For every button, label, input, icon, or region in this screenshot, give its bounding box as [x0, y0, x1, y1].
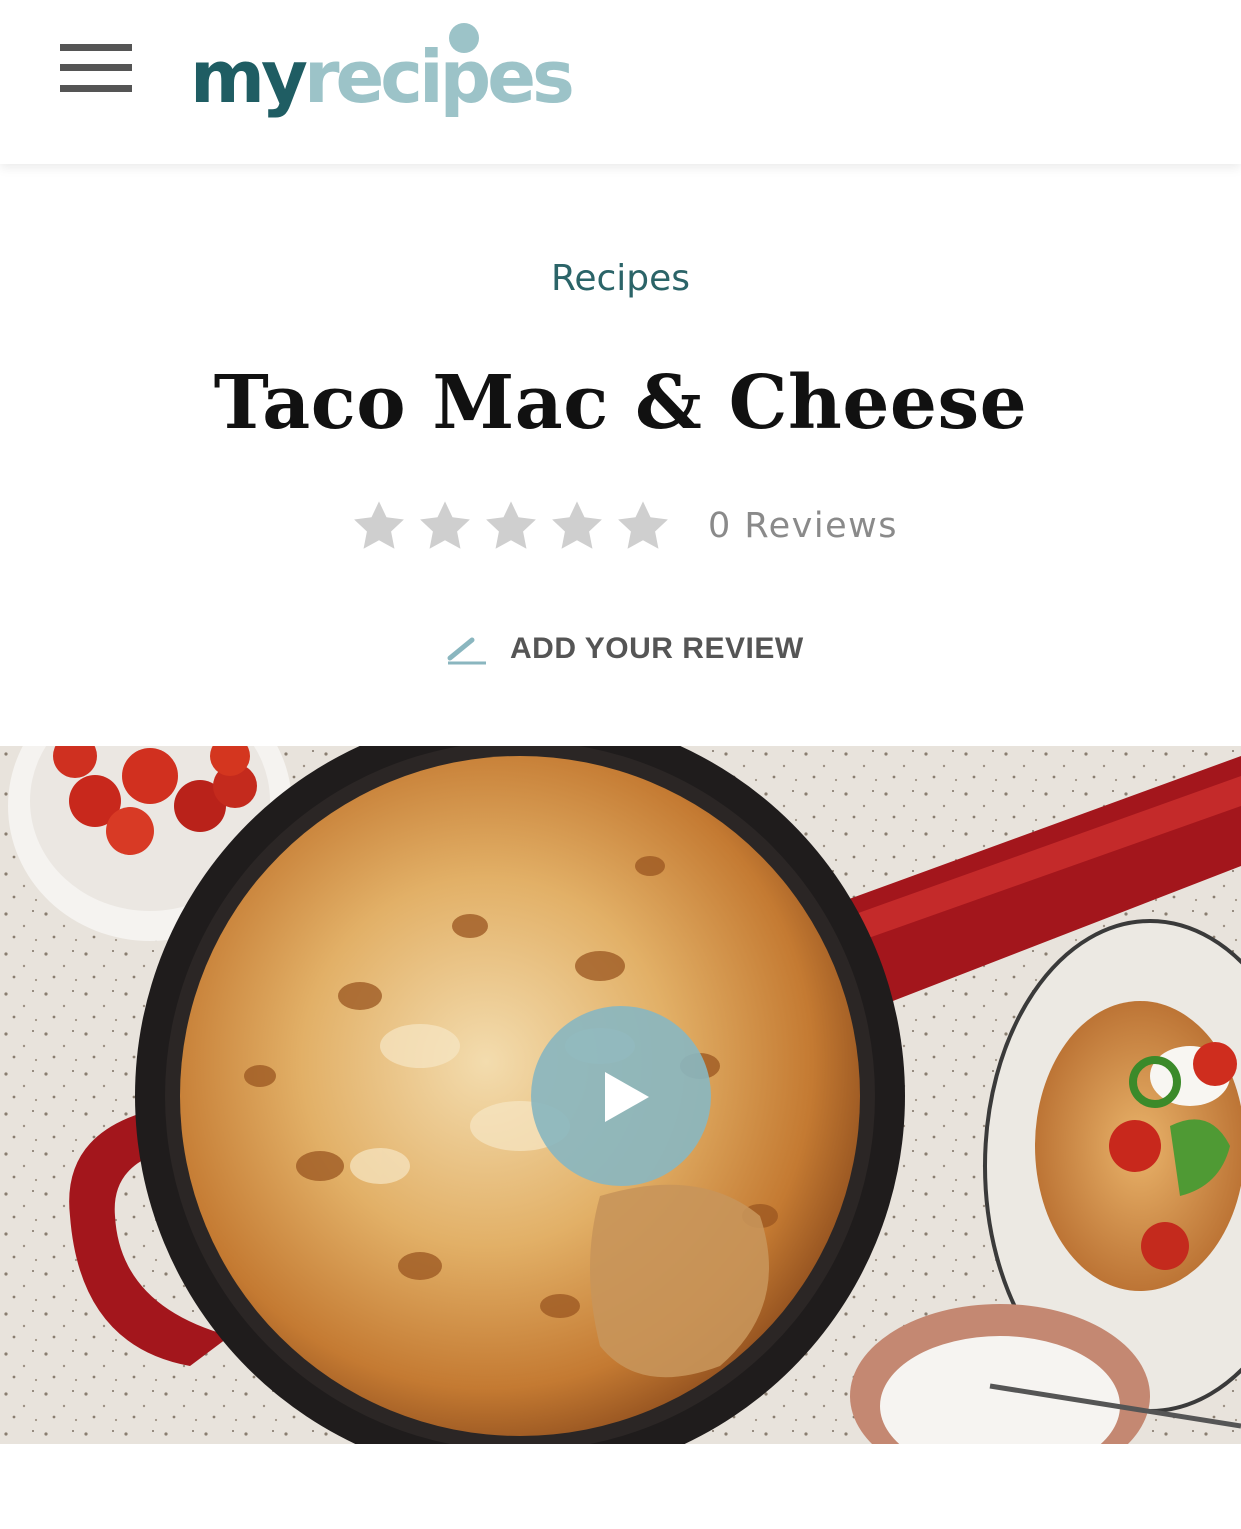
hamburger-menu-icon[interactable]	[60, 44, 132, 94]
add-review-button[interactable]: ADD YOUR REVIEW	[444, 626, 804, 672]
page-title: Taco Mac & Cheese	[213, 360, 1028, 446]
pencil-icon	[447, 637, 486, 665]
mac-and-cheese	[180, 756, 860, 1436]
logo-text-recipes: recipes	[304, 35, 572, 119]
add-review-label: ADD YOUR REVIEW	[510, 632, 804, 665]
breadcrumb-recipes[interactable]: Recipes	[0, 258, 1241, 299]
video-play-button[interactable]	[531, 1006, 711, 1186]
star-icon-2[interactable]	[416, 497, 474, 555]
star-icon-3[interactable]	[482, 497, 540, 555]
logo-text-my: my	[190, 35, 307, 119]
rating-row: 0 Reviews	[350, 494, 898, 558]
myrecipes-logo[interactable]: myrecipes	[190, 22, 630, 122]
reviews-count[interactable]: 0 Reviews	[708, 506, 898, 546]
star-icon-4[interactable]	[548, 497, 606, 555]
svg-text:myrecipes: myrecipes	[190, 35, 572, 119]
site-header: myrecipes	[0, 0, 1241, 164]
star-icon-5[interactable]	[614, 497, 672, 555]
star-icon-1[interactable]	[350, 497, 408, 555]
play-icon	[605, 1072, 649, 1122]
